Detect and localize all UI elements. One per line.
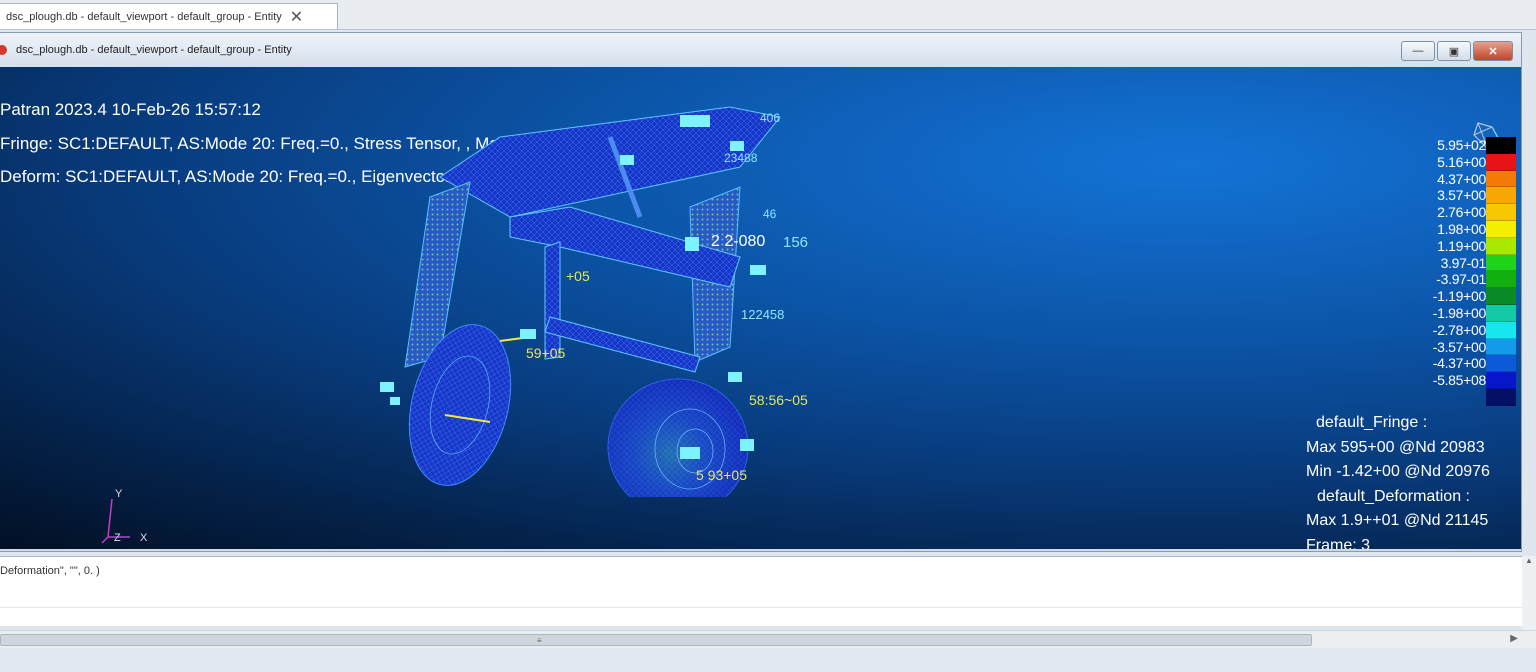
legend-value: 3.97-01 [1440,254,1487,271]
patran-app: dsc_plough.db - default_viewport - defau… [0,0,1536,672]
minimize-button[interactable]: — [1401,41,1435,61]
node-label-156: 156 [783,234,809,251]
node-label-593: 5 93+05 [696,467,747,483]
status-bar [0,648,1536,672]
horizontal-scrollbar[interactable]: ≡ ▶ [0,630,1536,648]
legend-swatch [1486,237,1516,255]
center-strut [544,241,561,360]
axis-x-label: X [140,532,148,544]
app-icon [0,45,7,55]
command-line: Deformation", "", 0. ) [0,565,100,577]
graphics-viewport[interactable]: Patran 2023.4 10-Feb-26 15:57:12 Fringe:… [0,67,1521,549]
legend-value: 3.57+00 [1437,187,1486,204]
legend-swatch [1486,204,1516,221]
legend-value: 1.98+00 [1437,220,1486,237]
tab-close-icon[interactable]: ✕ [290,7,303,27]
node-label-406: 406 [760,111,781,125]
fringe-max: Max 595+00 @Nd 20983 [1306,438,1485,456]
node-label-5856: 58:56~05 [749,392,808,408]
legend-value: -4.37+00 [1432,355,1487,372]
command-history[interactable]: Deformation", "", 0. ) [0,556,1522,626]
fringe-legend: 5.95+02 5.16+00 4.37+00 3.57+00 2.76+00 1.98+… [1404,137,1516,409]
scroll-right-icon[interactable]: ▶ [1510,633,1518,644]
node-label-05: +05 [566,268,590,284]
maximize-button[interactable]: ▣ [1437,41,1471,61]
legend-swatch [1486,355,1516,373]
legend-swatch [1486,170,1516,188]
legend-value: -2.78+00 [1432,321,1487,338]
document-tab-strip: dsc_plough.db - default_viewport - defau… [0,0,1536,30]
legend-value: 4.37+00 [1437,170,1486,187]
legend-value: -3.97-01 [1436,271,1486,288]
scroll-up-icon[interactable]: ▲ [1522,556,1536,565]
legend-value: 1.19+00 [1437,237,1486,254]
lower-beam [544,316,701,373]
legend-value: 2.76+00 [1437,204,1486,221]
legend-swatch [1486,321,1516,339]
legend-value: -3.57+00 [1432,338,1487,355]
legend-swatch [1486,372,1516,389]
window-titlebar[interactable]: dsc_plough.db - default_viewport - defau… [0,33,1521,67]
legend-color-bar [1486,137,1516,406]
grip-icon: ≡ [537,636,542,645]
axis-triad [101,498,130,544]
legend-swatch [1486,187,1516,205]
legend-value: -1.98+00 [1432,304,1487,321]
legend-swatch [1486,153,1516,171]
node-label-122458: 122458 [741,307,785,322]
window-controls: — ▣ ✕ [1401,41,1513,61]
frame-number: Frame: 3 [1306,536,1371,550]
legend-value: 5.95+02 [1437,137,1486,153]
close-button[interactable]: ✕ [1473,41,1513,61]
legend-swatch [1486,271,1516,289]
node-label-23488: 23488 [724,151,758,165]
axis-z-label: Z [114,532,121,544]
fringe-title: default_Fringe : [1316,414,1428,431]
legend-swatch [1486,388,1516,406]
result-stats: default_Fringe : Max 595+00 @Nd 20983 Mi… [1306,411,1521,549]
legend-swatch [1486,288,1516,305]
legend-swatch [1486,304,1516,322]
horizontal-scroll-thumb[interactable]: ≡ [0,634,1312,646]
window-title: dsc_plough.db - default_viewport - defau… [16,44,292,56]
plough-fe-model[interactable] [360,97,840,497]
legend-swatch [1486,137,1516,154]
legend-swatch [1486,254,1516,272]
legend-swatch [1486,220,1516,238]
document-tab[interactable]: dsc_plough.db - default_viewport - defau… [0,3,338,29]
fringe-min: Min -1.42+00 @Nd 20976 [1306,463,1490,480]
header-line-version: Patran 2023.4 10-Feb-26 15:57:12 [0,100,261,119]
legend-values: 5.95+02 5.16+00 4.37+00 3.57+00 2.76+00 1.98+… [1404,137,1487,389]
axis-y-label: Y [115,488,123,500]
legend-value: -5.85+08 [1432,372,1487,389]
node-label-59: 59+05 [526,345,566,361]
deform-title: default_Deformation : [1317,487,1470,505]
document-tab-title: dsc_plough.db - default_viewport - defau… [6,10,282,23]
legend-value: 5.16+00 [1437,153,1486,170]
deform-max: Max 1.9++01 @Nd 21145 [1306,512,1489,529]
legend-value: -1.19+00 [1432,288,1487,305]
legend-swatch [1486,338,1516,356]
command-vertical-scrollbar[interactable]: ▲ [1522,556,1536,630]
viewport-window: dsc_plough.db - default_viewport - defau… [0,32,1522,552]
node-label-2: 2 2-080 [711,233,766,250]
node-label-46: 46 [763,207,777,221]
